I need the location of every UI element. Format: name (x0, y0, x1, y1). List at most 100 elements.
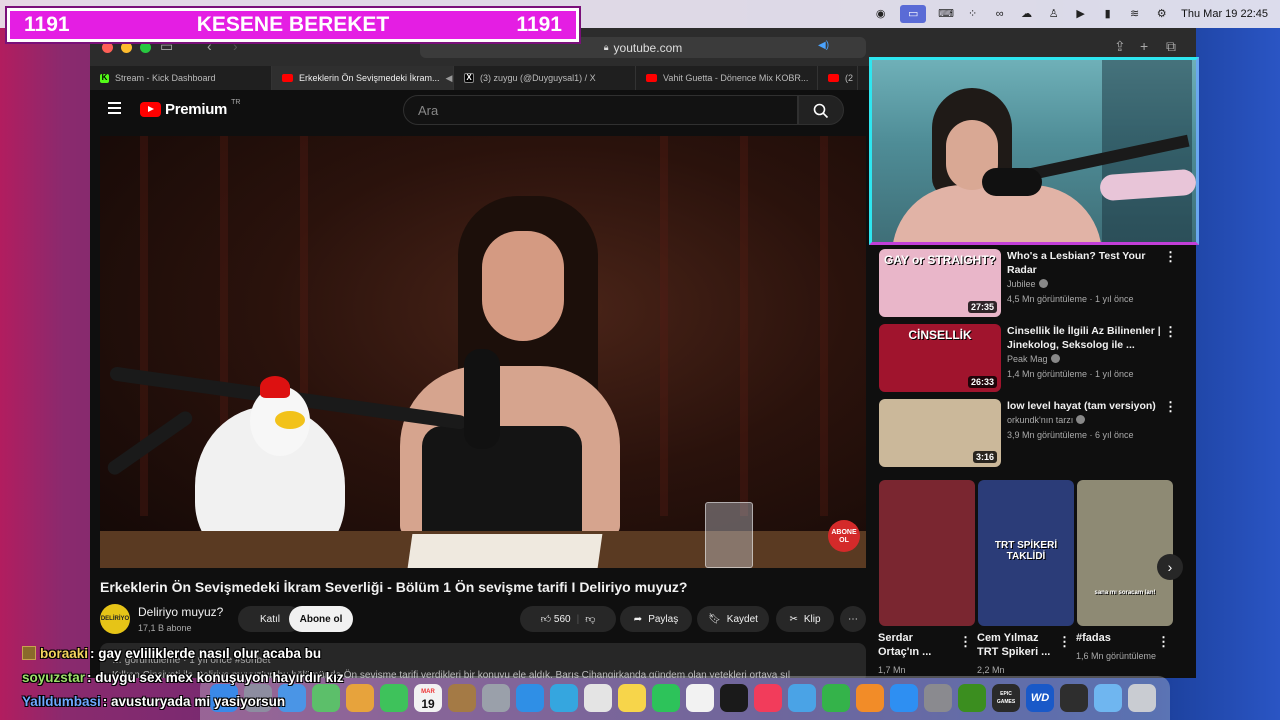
safari-app[interactable] (516, 684, 544, 712)
shorts-more-icon[interactable]: ⋮ (959, 634, 972, 650)
chat-username[interactable]: boraaki (40, 646, 88, 661)
recommended-channel[interactable]: orkundk'nın tarzı (1007, 415, 1086, 425)
grid-icon[interactable]: ⁘ (965, 8, 980, 21)
freeform-app[interactable] (686, 684, 714, 712)
messages-app[interactable] (380, 684, 408, 712)
like-button[interactable]: 👍︎ 560 (541, 613, 571, 625)
keyboard-icon[interactable]: ⌨ (938, 8, 954, 21)
video-host-face (482, 231, 564, 341)
shorts-next-button[interactable]: › (1157, 554, 1183, 580)
video-thumbnail[interactable]: GAY or STRAIGHT? 27:35 (879, 249, 1001, 317)
close-window-button[interactable] (102, 42, 113, 53)
search-input[interactable]: Ara (403, 95, 798, 125)
pages-app[interactable] (856, 684, 884, 712)
menu-icon[interactable] (108, 102, 121, 117)
music-app[interactable] (754, 684, 782, 712)
subscribe-button[interactable]: Abone ol (289, 606, 353, 632)
shorts-thumbnail[interactable] (879, 480, 975, 626)
share-icon[interactable]: ⇪ (1114, 38, 1126, 55)
yt-favicon-icon (282, 74, 293, 82)
recommended-video[interactable]: CİNSELLİK 26:33 Cinsellik İle İlgili Az Bi… (879, 324, 1189, 394)
video-thumbnail[interactable]: CİNSELLİK 26:33 (879, 324, 1001, 392)
chat-username[interactable]: soyuzstar (22, 670, 85, 685)
photos-app[interactable] (346, 684, 374, 712)
calendar-app[interactable]: MAR 19 (414, 684, 442, 712)
counter-left: 1191 (24, 13, 70, 36)
recommended-meta: 4,5 Mn görüntüleme · 1 yıl önce (1007, 294, 1134, 304)
video-player[interactable]: ABONE OL (100, 136, 866, 568)
menu-bar-clock[interactable]: Thu Mar 19 22:45 (1181, 8, 1268, 20)
more-actions-button[interactable]: ⋯ (840, 606, 866, 632)
preview-app[interactable] (788, 684, 816, 712)
apple-tv-app[interactable] (720, 684, 748, 712)
dislike-icon[interactable]: 👎︎ (585, 613, 595, 625)
shorts-title[interactable]: Serdar Ortaç'ın ... (878, 631, 956, 659)
video-duration: 26:33 (967, 376, 997, 388)
share-button[interactable]: ➦ Paylaş (620, 606, 692, 632)
numbers-app[interactable] (822, 684, 850, 712)
downloads-folder-app[interactable] (1094, 684, 1122, 712)
recommended-video-title[interactable]: Who's a Lesbian? Test Your Radar (1007, 249, 1163, 277)
more-options-icon[interactable]: ⋮ (1164, 399, 1177, 415)
minimize-window-button[interactable] (121, 42, 132, 53)
epic-games-app[interactable]: EPIC GAMES (992, 684, 1020, 712)
save-button[interactable]: 🔖︎ Kaydet (697, 606, 769, 632)
shorts-more-icon[interactable]: ⋮ (1058, 634, 1071, 650)
tab-audio-icon[interactable]: ◀︎ (446, 73, 453, 84)
shorts-more-icon[interactable]: ⋮ (1157, 634, 1170, 650)
app-store-app[interactable] (890, 684, 918, 712)
whatsapp-app[interactable] (652, 684, 680, 712)
browser-tab[interactable]: X (3) zuygu (@Duyguysal1) / X (454, 66, 636, 90)
browser-tab[interactable]: K Stream - Kick Dashboard (90, 66, 272, 90)
battery-icon[interactable]: ▮ (1100, 8, 1115, 21)
play-icon[interactable]: ▶ (1073, 8, 1088, 21)
obs-app[interactable] (1060, 684, 1088, 712)
recommended-video[interactable]: GAY or STRAIGHT? 27:35 Who's a Lesbian? Te… (879, 249, 1189, 319)
maximize-window-button[interactable] (140, 42, 151, 53)
recommended-video[interactable]: 3:16 low level hayat (tam versiyon) orkund… (879, 399, 1189, 469)
chrome-icon[interactable]: ◉ (873, 8, 888, 21)
shorts-thumbnail[interactable]: TRT SPİKERİ TAKLİDİ (978, 480, 1074, 626)
recommended-channel[interactable]: Jubilee (1007, 279, 1048, 289)
clip-button[interactable]: ✂︎ Klip (776, 606, 834, 632)
youtube-premium-logo[interactable]: Premium TR (140, 99, 240, 118)
search-button[interactable] (798, 95, 844, 125)
wifi-icon[interactable]: ≋ (1127, 8, 1142, 21)
new-tab-icon[interactable]: + (1140, 38, 1148, 54)
system-settings-app[interactable] (924, 684, 952, 712)
recommended-channel[interactable]: Peak Mag (1007, 354, 1060, 364)
shorts-title[interactable]: Cem Yılmaz TRT Spikeri ... (977, 631, 1055, 659)
shorts-title[interactable]: #fadas (1076, 631, 1154, 645)
trash-app[interactable] (1128, 684, 1156, 712)
shorts-thumbnail[interactable]: sana mı soracam lan! (1077, 480, 1173, 626)
epic-label: EPIC GAMES (996, 691, 1016, 705)
recommended-video-title[interactable]: Cinsellik İle İlgili Az Bilinenler | Jin… (1007, 324, 1163, 352)
notes-folder-app[interactable] (448, 684, 476, 712)
more-options-icon[interactable]: ⋮ (1164, 324, 1177, 340)
x-favicon-icon: X (464, 73, 474, 83)
browser-tab[interactable]: (2 (818, 66, 858, 90)
stream-icon[interactable]: ♙ (1046, 8, 1061, 21)
channel-avatar[interactable]: DELİRİYO MUYUZ? (100, 604, 130, 652)
screen-mirror-icon[interactable]: ▭ (900, 5, 927, 23)
wd-app[interactable]: WD (1026, 684, 1054, 712)
xbox-app[interactable] (958, 684, 986, 712)
browser-tab[interactable]: Vahit Guetta - Dönence Mix KOBR... (636, 66, 818, 90)
cloud-icon[interactable]: ☁ (1019, 8, 1034, 21)
control-center-icon[interactable]: ⚙ (1154, 8, 1169, 21)
audio-playing-icon[interactable]: ◀︎) (818, 40, 829, 51)
telegram-app[interactable] (550, 684, 578, 712)
channel-name[interactable]: Deliriyo muyuz? (138, 605, 223, 619)
chat-username[interactable]: Yalldumbasi (22, 694, 101, 709)
video-thumbnail[interactable]: 3:16 (879, 399, 1001, 467)
settings-panel-app[interactable] (482, 684, 510, 712)
recommended-video-title[interactable]: low level hayat (tam versiyon) (1007, 399, 1163, 413)
notes-app[interactable] (618, 684, 646, 712)
tab-overview-icon[interactable]: ⧉ (1166, 38, 1176, 55)
creative-cloud-icon[interactable]: ∞ (992, 8, 1007, 21)
subscribe-watermark[interactable]: ABONE OL (828, 520, 860, 552)
more-options-icon[interactable]: ⋮ (1164, 249, 1177, 265)
browser-tab[interactable]: Erkeklerin Ön Sevişmedeki İkram... ◀︎ (272, 66, 454, 90)
chrome-app[interactable] (584, 684, 612, 712)
recommended-meta: 1,4 Mn görüntüleme · 1 yıl önce (1007, 369, 1134, 379)
